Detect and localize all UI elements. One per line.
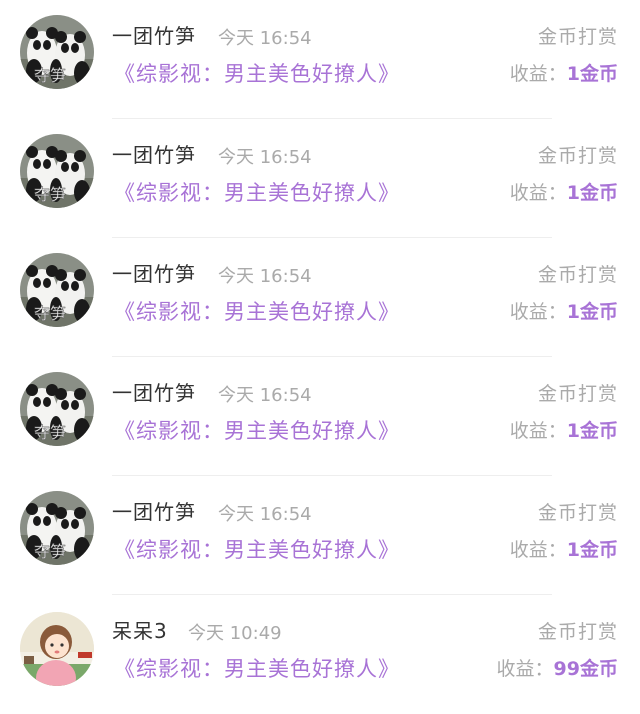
income-label: 收益： (509, 301, 567, 323)
income-label: 收益： (509, 182, 567, 204)
avatar[interactable] (20, 612, 94, 686)
username[interactable]: 一团竹笋 (112, 496, 196, 525)
username[interactable]: 呆呆3 (112, 615, 168, 644)
reward-type: 金币打赏 (537, 26, 618, 48)
avatar[interactable]: 夺笋 (20, 372, 94, 446)
income-amount: 1金币 (566, 182, 618, 204)
income: 收益：1金币 (510, 297, 618, 324)
list-item[interactable]: 夺笋 一团竹笋 今天 16:54 《综影视：男主美色好撩人》 金币打赏 收益：1… (0, 476, 640, 595)
income-label: 收益： (509, 539, 567, 561)
reward-type: 金币打赏 (537, 383, 618, 405)
income-label: 收益： (509, 420, 567, 442)
list-item[interactable]: 呆呆3 今天 10:49 《综影视：男主美色好撩人》 金币打赏 收益：99金币 (0, 595, 640, 714)
list-item[interactable]: 夺笋 一团竹笋 今天 16:54 《综影视：男主美色好撩人》 金币打赏 收益：1… (0, 119, 640, 238)
avatar-text: 夺笋 (34, 304, 66, 323)
income: 收益：1金币 (510, 59, 618, 86)
reward-type: 金币打赏 (537, 621, 618, 643)
username[interactable]: 一团竹笋 (112, 377, 196, 406)
avatar[interactable]: 夺笋 (20, 134, 94, 208)
avatar-text: 夺笋 (34, 423, 66, 442)
list-item[interactable]: 夺笋 一团竹笋 今天 16:54 《综影视：男主美色好撩人》 金币打赏 收益：1… (0, 238, 640, 357)
book-title[interactable]: 《综影视：男主美色好撩人》 (114, 653, 400, 683)
reward-list: 夺笋 一团竹笋 今天 16:54 《综影视：男主美色好撩人》 金币打赏 收益：1… (0, 0, 640, 709)
cartoon-girl-avatar-icon (20, 612, 94, 686)
income: 收益：1金币 (510, 416, 618, 443)
book-title[interactable]: 《综影视：男主美色好撩人》 (114, 415, 400, 445)
book-title[interactable]: 《综影视：男主美色好撩人》 (114, 296, 400, 326)
timestamp: 今天 16:54 (218, 504, 312, 525)
avatar[interactable]: 夺笋 (20, 491, 94, 565)
username[interactable]: 一团竹笋 (112, 139, 196, 168)
book-title[interactable]: 《综影视：男主美色好撩人》 (114, 58, 400, 88)
timestamp: 今天 10:49 (188, 623, 282, 644)
income-amount: 1金币 (566, 539, 618, 561)
panda-avatar-icon: 夺笋 (20, 491, 94, 565)
panda-avatar-icon: 夺笋 (20, 253, 94, 327)
avatar-text: 夺笋 (34, 542, 66, 561)
panda-avatar-icon: 夺笋 (20, 134, 94, 208)
income: 收益：99金币 (497, 654, 618, 681)
income-amount: 1金币 (566, 420, 618, 442)
username[interactable]: 一团竹笋 (112, 258, 196, 287)
timestamp: 今天 16:54 (218, 147, 312, 168)
reward-type: 金币打赏 (537, 145, 618, 167)
reward-type: 金币打赏 (537, 264, 618, 286)
income-amount: 1金币 (566, 301, 618, 323)
income-amount: 99金币 (553, 658, 618, 680)
income: 收益：1金币 (510, 535, 618, 562)
timestamp: 今天 16:54 (218, 385, 312, 406)
reward-type: 金币打赏 (537, 502, 618, 524)
panda-avatar-icon: 夺笋 (20, 372, 94, 446)
book-title[interactable]: 《综影视：男主美色好撩人》 (114, 177, 400, 207)
avatar-text: 夺笋 (34, 66, 66, 85)
book-title[interactable]: 《综影视：男主美色好撩人》 (114, 534, 400, 564)
income-label: 收益： (496, 658, 554, 680)
avatar-text: 夺笋 (34, 185, 66, 204)
list-item[interactable]: 夺笋 一团竹笋 今天 16:54 《综影视：男主美色好撩人》 金币打赏 收益：1… (0, 0, 640, 119)
timestamp: 今天 16:54 (218, 28, 312, 49)
income-amount: 1金币 (566, 63, 618, 85)
list-item[interactable]: 夺笋 一团竹笋 今天 16:54 《综影视：男主美色好撩人》 金币打赏 收益：1… (0, 357, 640, 476)
panda-avatar-icon: 夺笋 (20, 15, 94, 89)
avatar[interactable]: 夺笋 (20, 253, 94, 327)
avatar[interactable]: 夺笋 (20, 15, 94, 89)
username[interactable]: 一团竹笋 (112, 20, 196, 49)
income-label: 收益： (509, 63, 567, 85)
income: 收益：1金币 (510, 178, 618, 205)
timestamp: 今天 16:54 (218, 266, 312, 287)
